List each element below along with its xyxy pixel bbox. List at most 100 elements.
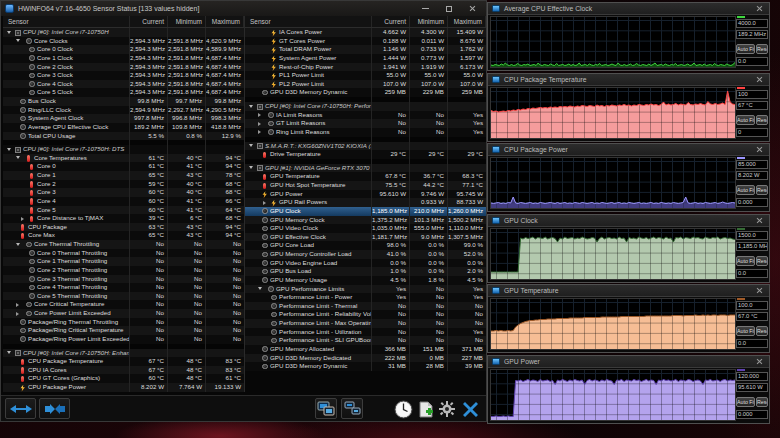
graph-close-icon[interactable] xyxy=(756,146,763,153)
sensor-row[interactable]: GPU Video Clock1,035.0 MHz555.0 MHz1,110… xyxy=(245,224,486,233)
expand-arrow-icon[interactable] xyxy=(7,148,11,151)
collapse-arrow-icon[interactable] xyxy=(16,312,19,316)
sensor-group-row[interactable]: GPU [#1]: NVIDIA GeForce RTX 3070 Lapt..… xyxy=(245,164,486,173)
sensor-row[interactable]: PL2 Power Limit107.0 W107.0 W107.0 W xyxy=(245,80,486,89)
reset-button[interactable]: Reset xyxy=(756,44,768,54)
graph-titlebar[interactable]: CPU Package Power xyxy=(488,144,769,156)
sensor-row[interactable]: Core Clocks2,594.3 MHz2,591.8 MHz4,620.9… xyxy=(3,37,244,46)
sensor-row[interactable]: Rest-of-Chip Power1.941 W1.919 W6.173 W xyxy=(245,63,486,72)
sensor-row[interactable]: Core 5 Clock2,594.3 MHz2,591.8 MHz4,687.… xyxy=(3,88,244,97)
report-button[interactable] xyxy=(417,399,435,419)
sensor-group-row[interactable]: S.M.A.R.T.: KXG60ZNV1T02 KIOXIA (115A... xyxy=(245,142,486,151)
sensor-row[interactable]: Core 0 Thermal ThrottlingNoNoNo xyxy=(3,249,244,258)
expand-columns-button[interactable] xyxy=(5,398,36,419)
sensor-row[interactable]: GPU Clock1,185.0 MHz210.0 MHz1,260.0 MHz xyxy=(245,207,486,216)
sensor-row[interactable]: Total CPU Usage5.5 %0.8 %12.9 % xyxy=(3,132,244,141)
collapse-arrow-icon[interactable] xyxy=(16,303,19,307)
collapse-arrow-icon[interactable] xyxy=(258,113,261,117)
auto-fit-button[interactable]: Auto Fit xyxy=(736,44,755,54)
reset-button[interactable]: Reset xyxy=(756,397,768,407)
sensor-row[interactable]: Package/Ring Thermal ThrottlingNoNoNo xyxy=(3,318,244,327)
collapse-arrow-icon[interactable] xyxy=(263,201,266,205)
sensor-row[interactable]: Average CPU Effective Clock189.2 MHz109.… xyxy=(3,123,244,132)
sensor-row[interactable]: Core 2 Thermal ThrottlingNoNoNo xyxy=(3,266,244,275)
sensor-row[interactable]: GPU D3D Memory Dynamic31 MB28 MB39 MB xyxy=(245,362,486,371)
sensor-row[interactable]: Ring Limit ReasonsNoNoYes xyxy=(245,128,486,137)
graph-titlebar[interactable]: Average CPU Effective Clock xyxy=(488,3,769,15)
expand-arrow-icon[interactable] xyxy=(258,287,262,290)
sensor-row[interactable]: Core 3 Thermal ThrottlingNoNoNo xyxy=(3,275,244,284)
graph-close-icon[interactable] xyxy=(756,358,763,365)
sensor-group-row[interactable]: CPU [#0]: Intel Core i7-10750H: Enhanced xyxy=(3,349,244,358)
sensor-row[interactable]: GPU Temperature67.8 °C36.7 °C68.3 °C xyxy=(245,172,486,181)
sensor-row[interactable]: IA Cores Power4.662 W4.300 W15.409 W xyxy=(245,28,486,37)
sensor-row[interactable]: GPU Video Engine Load0.0 %0.0 %0.0 % xyxy=(245,259,486,268)
sensor-row[interactable]: Core 4 Clock2,594.3 MHz2,591.8 MHz4,687.… xyxy=(3,80,244,89)
column-header-minimum[interactable]: Minimum xyxy=(168,16,206,27)
collapse-arrow-icon[interactable] xyxy=(258,122,261,126)
sensor-row[interactable]: Core 2 Clock2,594.3 MHz2,591.8 MHz4,687.… xyxy=(3,63,244,72)
sensor-row[interactable]: GT Limit ReasonsNoNoYes xyxy=(245,119,486,128)
sensor-row[interactable]: Core 1 Clock2,594.3 MHz2,591.8 MHz4,687.… xyxy=(3,54,244,63)
sensor-row[interactable]: GPU Memory Allocated366 MB151 MB371 MB xyxy=(245,345,486,354)
reset-button[interactable]: Reset xyxy=(756,115,768,125)
sensor-row[interactable]: Core 3 Clock2,594.3 MHz2,591.8 MHz4,687.… xyxy=(3,71,244,80)
sensor-row[interactable]: CPU Package Temperature67 °C48 °C83 °C xyxy=(3,357,244,366)
sensor-row[interactable]: Core 259 °C40 °C68 °C xyxy=(3,180,244,189)
expand-arrow-icon[interactable] xyxy=(249,144,253,147)
auto-fit-button[interactable]: Auto Fit xyxy=(736,115,755,125)
expand-arrow-icon[interactable] xyxy=(249,166,253,169)
sensor-row[interactable]: GPU Performance LimitsYesNoYes xyxy=(245,285,486,294)
expand-arrow-icon[interactable] xyxy=(16,243,20,246)
sensor-row[interactable]: Performance Limit - SLI GPUBoost SyncNoN… xyxy=(245,336,486,345)
sensor-row[interactable]: GPU Hot Spot Temperature75.5 °C44.2 °C77… xyxy=(245,181,486,190)
expand-arrow-icon[interactable] xyxy=(249,105,253,108)
sensor-row[interactable]: Performance Limit - Max Operating Vol...… xyxy=(245,319,486,328)
sensor-row[interactable]: Ring/LLC Clock2,594.9 MHz2,292.7 MHz4,29… xyxy=(3,106,244,115)
minimize-button[interactable] xyxy=(422,8,429,9)
sensor-row[interactable]: Core 061 °C41 °C94 °C xyxy=(3,162,244,171)
sensor-row[interactable]: Core 560 °C41 °C64 °C xyxy=(3,206,244,215)
collapse-columns-button[interactable] xyxy=(39,398,70,419)
monitoring-button[interactable] xyxy=(315,398,337,419)
reset-button[interactable]: Reset xyxy=(756,326,768,336)
sensor-row[interactable]: GPU Rail Powers0.933 W88.733 W xyxy=(245,198,486,207)
sensor-row[interactable]: CPU IA Cores67 °C48 °C83 °C xyxy=(3,366,244,375)
sensor-row[interactable]: Package/Ring Power Limit ExceededNoNoNo xyxy=(3,335,244,344)
sensor-row[interactable]: Core 360 °C40 °C68 °C xyxy=(3,188,244,197)
column-header-current[interactable]: Current xyxy=(372,16,410,27)
sensor-row[interactable]: System Agent Power1.444 W0.773 W1.597 W xyxy=(245,54,486,63)
maximize-button[interactable] xyxy=(446,6,452,12)
sensor-row[interactable]: Package/Ring Critical TemperatureNoNoNo xyxy=(3,326,244,335)
collapse-arrow-icon[interactable] xyxy=(258,130,261,134)
graph-titlebar[interactable]: CPU Package Temperature xyxy=(488,74,769,86)
sensor-row[interactable]: GPU D3D Memory Dynamic259 MB229 MB259 MB xyxy=(245,88,486,97)
auto-fit-button[interactable]: Auto Fit xyxy=(736,397,755,407)
column-header-sensor[interactable]: Sensor xyxy=(3,16,130,27)
clock-icon-button[interactable] xyxy=(393,399,414,419)
expand-arrow-icon[interactable] xyxy=(16,39,20,42)
sensor-row[interactable]: CPU Package Power8.202 W7.764 W19.133 W xyxy=(3,383,244,392)
sensor-row[interactable]: Total DRAM Power1.146 W0.733 W1.762 W xyxy=(245,45,486,54)
sensor-row[interactable]: GPU Bus Load1.0 %0.0 %2.0 % xyxy=(245,267,486,276)
graph-close-icon[interactable] xyxy=(756,5,763,12)
sensor-row[interactable]: Core 460 °C41 °C66 °C xyxy=(3,197,244,206)
sensor-row[interactable]: GPU Memory Controller Load41.0 %0.0 %52.… xyxy=(245,250,486,259)
sensor-row[interactable]: Core 0 Clock2,594.3 MHz2,591.8 MHz4,589.… xyxy=(3,45,244,54)
sensor-row[interactable]: GT Cores Power0.188 W0.011 W8.676 W xyxy=(245,37,486,46)
sensor-group-row[interactable]: CPU [#0]: Intel Core i7-10750H: DTS xyxy=(3,145,244,154)
sensor-row[interactable]: Core 4 Thermal ThrottlingNoNoNo xyxy=(3,283,244,292)
sensor-row[interactable]: Drive Temperature29 °C29 °C29 °C xyxy=(245,150,486,159)
sensor-row[interactable]: CPU GT Cores (Graphics)60 °C48 °C61 °C xyxy=(3,374,244,383)
graph-titlebar[interactable]: GPU Temperature xyxy=(488,285,769,297)
sensor-row[interactable]: Core Distance to TjMAX39 °C6 °C68 °C xyxy=(3,214,244,223)
sensor-row[interactable]: Core Power Limit ExceededNoNoNo xyxy=(3,309,244,318)
sensor-row[interactable]: GPU Effective Clock1,181.7 MHz9.0 MHz1,3… xyxy=(245,233,486,242)
sensor-row[interactable]: IA Limit ReasonsNoNoYes xyxy=(245,111,486,120)
graph-titlebar[interactable]: GPU Power xyxy=(488,356,769,368)
auto-fit-button[interactable]: Auto Fit xyxy=(736,256,755,266)
column-header-sensor[interactable]: Sensor xyxy=(245,16,372,27)
window-titlebar[interactable]: HWiNFO64 v7.16-4650 Sensor Status [133 v… xyxy=(1,1,486,16)
sensor-row[interactable]: Core 1 Thermal ThrottlingNoNoNo xyxy=(3,257,244,266)
sensor-group-row[interactable]: CPU [#0]: Intel Core i7-10750H xyxy=(3,28,244,37)
